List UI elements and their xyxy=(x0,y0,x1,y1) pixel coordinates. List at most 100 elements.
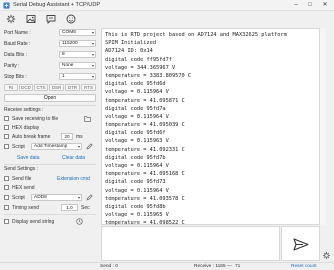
settings-icon[interactable] xyxy=(322,251,331,260)
close-button[interactable]: ✕ xyxy=(320,1,330,10)
signal-dsr[interactable]: DSR xyxy=(49,84,64,91)
output-line: voltage = 0.115964 V xyxy=(105,89,169,96)
edit-icon[interactable] xyxy=(86,143,93,150)
chevron-down-icon: ▾ xyxy=(91,63,94,68)
save-data-link[interactable]: Save data xyxy=(17,155,40,161)
toolbar xyxy=(0,11,100,28)
settings-icon[interactable] xyxy=(6,14,16,24)
port-name-label: Port Name : xyxy=(4,30,31,36)
divider xyxy=(4,214,96,215)
auto-break-label: Auto break frame xyxy=(12,134,51,140)
send-file-checkbox[interactable] xyxy=(4,176,9,181)
output-line: This is RTD project based on AD7124 and … xyxy=(105,32,287,38)
chevron-down-icon: ▾ xyxy=(77,195,80,200)
output-line: temperature = 41.095039 C xyxy=(105,122,185,129)
parity-select[interactable]: None ▾ xyxy=(59,62,96,69)
output-line: digital code 95fd8b xyxy=(105,203,166,210)
receive-script-label: Script xyxy=(12,144,25,150)
signal-rts[interactable]: RTS xyxy=(81,84,96,91)
output-line: voltage = 344.365967 V xyxy=(105,64,176,71)
app-logo-icon xyxy=(3,2,10,9)
output-line: digital code 95fd6d xyxy=(105,81,166,88)
save-to-file-checkbox[interactable] xyxy=(4,116,9,121)
output-scrollbar[interactable] xyxy=(320,28,326,225)
baud-rate-label: Baud Rate : xyxy=(4,41,31,47)
send-count: Send : 0 xyxy=(100,264,118,269)
image-icon[interactable] xyxy=(26,14,36,24)
edit-icon[interactable] xyxy=(86,194,93,201)
output-line: digital code 95fd7b xyxy=(105,154,166,161)
reset-count-link[interactable]: Reset count xyxy=(291,264,317,269)
chevron-down-icon: ▾ xyxy=(77,144,80,149)
output-line: voltage = 0.115965 V xyxy=(105,212,169,219)
data-bits-select[interactable]: 8 ▾ xyxy=(59,51,96,58)
auto-break-checkbox[interactable] xyxy=(4,134,9,139)
hex-display-label: HEX display xyxy=(12,125,40,131)
timing-send-checkbox[interactable] xyxy=(4,205,9,210)
output-line: AD7124 ID: 0x14 xyxy=(105,48,153,55)
clock-icon[interactable] xyxy=(76,218,83,225)
hex-send-label: HEX send xyxy=(12,185,35,191)
stop-bits-label: Stop Bits : xyxy=(4,74,27,80)
output-line: digital code 95fd7a xyxy=(105,105,166,112)
receive-script-checkbox[interactable] xyxy=(4,144,9,149)
port-name-select[interactable]: COM6 ▾ xyxy=(59,29,96,36)
extension-cmd-link[interactable]: Extension cmd xyxy=(57,176,90,182)
chevron-down-icon: ▾ xyxy=(91,74,94,79)
folder-icon[interactable] xyxy=(84,115,91,122)
clear-data-link[interactable]: Clear data xyxy=(62,155,85,161)
timing-unit-label: Sec xyxy=(81,205,90,211)
output-line: SPIM Initialized xyxy=(105,40,157,47)
minimize-button[interactable]: – xyxy=(291,1,301,10)
signal-cts[interactable]: CTS xyxy=(34,84,48,91)
send-script-select[interactable]: ADD8 ▾ xyxy=(31,194,82,201)
output-line: temperature = 41.092331 C xyxy=(105,146,185,153)
output-line: temperature = 3383.809570 C xyxy=(105,72,192,79)
output-line: temperature = 41.095168 C xyxy=(105,171,185,178)
open-port-button[interactable]: Open xyxy=(4,94,96,102)
timing-send-label: Timing send xyxy=(12,205,40,211)
break-unit-label: ms xyxy=(76,134,83,140)
chevron-down-icon: ▾ xyxy=(91,52,94,57)
smiley-icon[interactable] xyxy=(66,14,76,24)
output-line: voltage = 0.115964 V xyxy=(105,187,169,194)
display-send-string-label: Display send string xyxy=(12,219,55,225)
hex-send-checkbox[interactable] xyxy=(4,185,9,190)
send-script-label: Script xyxy=(12,195,25,201)
window-title: Serial Debug Assistant + TCP/UDP xyxy=(13,2,101,8)
chevron-down-icon: ▾ xyxy=(91,30,94,35)
receive-settings-title: Receive settings : xyxy=(4,107,44,113)
receive-output-area[interactable]: This is RTD project based on AD7124 and … xyxy=(101,28,320,226)
send-input-area[interactable] xyxy=(101,226,280,261)
receive-ratio: 71 xyxy=(235,264,241,269)
output-line: voltage = 0.115963 V xyxy=(105,138,169,145)
send-button[interactable] xyxy=(281,226,320,261)
output-line: voltage = 0.115964 V xyxy=(105,113,169,120)
display-send-string-checkbox[interactable] xyxy=(4,219,9,224)
receive-arrow: — xyxy=(227,264,232,269)
send-settings-title: Send Settings : xyxy=(4,166,38,172)
title-bar: Serial Debug Assistant + TCP/UDP – □ ✕ xyxy=(0,0,334,11)
output-line: temperature = 41.095871 C xyxy=(105,97,185,104)
signal-dtr[interactable]: DTR xyxy=(65,84,80,91)
data-bits-label: Data Bits : xyxy=(4,52,28,58)
save-to-file-label: Save receiving to file xyxy=(12,116,59,122)
stop-bits-select[interactable]: 1 ▾ xyxy=(59,73,96,80)
output-line: digital code ff95fd7f xyxy=(105,56,172,63)
receive-count: Receive : 1165 xyxy=(194,264,226,269)
hex-display-checkbox[interactable] xyxy=(4,125,9,130)
maximize-button[interactable]: □ xyxy=(305,1,315,10)
send-script-checkbox[interactable] xyxy=(4,195,9,200)
status-bar: Send : 0 Receive : 1165 — 71 Reset count xyxy=(0,262,334,270)
timing-interval-input[interactable]: 1.0 xyxy=(61,204,78,211)
signal-ri[interactable]: RI xyxy=(4,84,18,91)
break-interval-input[interactable]: 20 xyxy=(61,133,73,140)
chat-icon[interactable] xyxy=(46,14,56,24)
divider xyxy=(4,164,96,165)
send-icon xyxy=(293,238,309,251)
baud-rate-select[interactable]: 115200 ▾ xyxy=(59,40,96,47)
divider xyxy=(4,105,96,106)
signal-dcd[interactable]: DCD xyxy=(19,84,33,91)
receive-script-select[interactable]: Add Timestamp ▾ xyxy=(31,143,82,150)
chevron-down-icon: ▾ xyxy=(91,41,94,46)
